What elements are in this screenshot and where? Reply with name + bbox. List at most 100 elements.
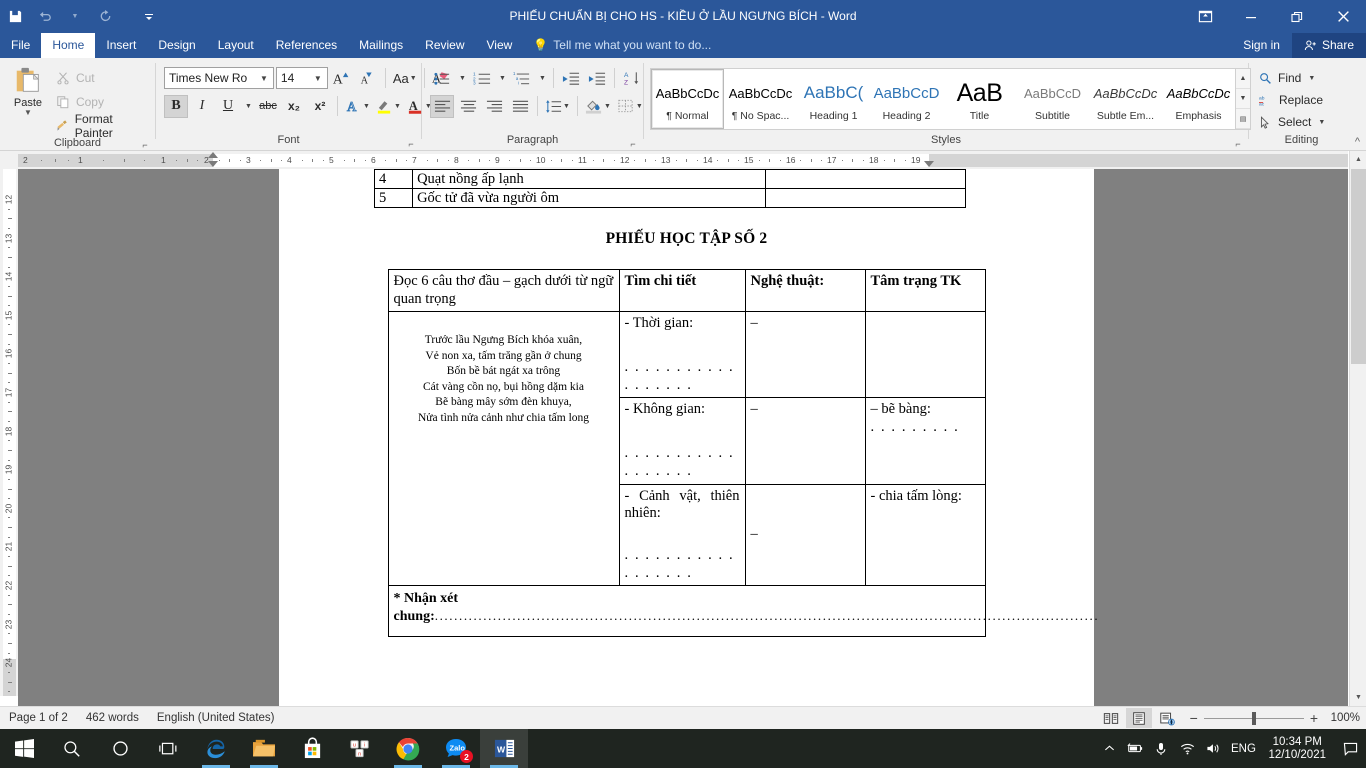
style-normal[interactable]: AaBbCcDc ¶ Normal	[651, 69, 724, 129]
undo-icon[interactable]	[30, 4, 60, 30]
clipboard-dialog-launcher[interactable]: ⌐	[139, 138, 151, 150]
first-line-indent-marker[interactable]	[208, 152, 218, 158]
zoom-level[interactable]: 100%	[1320, 712, 1360, 724]
table-row[interactable]: Trước lầu Ngưng Bích khóa xuân, Vẻ non x…	[387, 311, 986, 587]
select-dropdown-icon[interactable]: ▼	[1318, 119, 1325, 126]
bullets-dropdown-icon[interactable]: ▼	[456, 67, 468, 90]
customize-quick-access-icon[interactable]	[134, 4, 164, 30]
style-no-spacing[interactable]: AaBbCcDc ¶ No Spac...	[724, 69, 797, 129]
zoom-slider[interactable]: − +	[1190, 710, 1318, 726]
mood-cell[interactable]	[864, 311, 986, 399]
redo-icon[interactable]	[90, 4, 120, 30]
edge-icon[interactable]	[192, 729, 240, 768]
detail-cell[interactable]: - Không gian: . . . . . . . . . . . . . …	[618, 397, 746, 485]
poem-cell[interactable]: Trước lầu Ngưng Bích khóa xuân, Vẻ non x…	[387, 311, 620, 587]
mood-cell[interactable]: - chia tấm lòng:	[864, 483, 986, 587]
tab-insert[interactable]: Insert	[95, 33, 147, 58]
numbering-icon[interactable]: 123	[470, 67, 494, 90]
scroll-down-icon[interactable]: ▼	[1350, 689, 1366, 706]
word-icon[interactable]: W	[480, 729, 528, 768]
minimize-button[interactable]	[1228, 0, 1274, 33]
font-name-dropdown-icon[interactable]: ▼	[257, 74, 271, 83]
underline-dropdown-icon[interactable]: ▼	[242, 95, 254, 118]
table-row[interactable]: 5 Gốc tử đã vừa người ôm	[373, 188, 967, 208]
paste-dropdown-icon[interactable]: ▼	[24, 109, 32, 117]
detail-cell[interactable]: - Cảnh vật, thiên nhiên: . . . . . . . .…	[618, 483, 746, 587]
right-indent-marker[interactable]	[924, 161, 934, 167]
start-button[interactable]	[0, 729, 48, 768]
tab-file[interactable]: File	[0, 33, 41, 58]
search-icon[interactable]	[48, 729, 96, 768]
paragraph-dialog-launcher[interactable]: ⌐	[627, 137, 639, 149]
italic-button[interactable]: I	[190, 95, 214, 118]
shrink-font-icon[interactable]: A	[356, 67, 380, 90]
select-button[interactable]: Select ▼	[1255, 112, 1329, 132]
vertical-ruler[interactable]: 12 13 14 15 16 17 18 19 20 21 22 23 24 25	[0, 151, 18, 696]
styles-scroll-up-icon[interactable]: ▲	[1236, 69, 1250, 89]
paste-button[interactable]: Paste ▼	[4, 62, 52, 117]
vertical-scrollbar[interactable]: ▲ ▼	[1349, 151, 1366, 706]
ribbon-display-options-icon[interactable]	[1182, 0, 1228, 33]
language-indicator[interactable]: English (United States)	[148, 712, 284, 724]
change-case-icon[interactable]: Aa ▼	[391, 67, 419, 90]
format-painter-button[interactable]: Format Painter	[52, 112, 151, 140]
action-center-icon[interactable]	[1334, 742, 1366, 756]
justify-button[interactable]	[508, 95, 532, 118]
table-row[interactable]: * Nhận xét chung:.......................…	[387, 585, 1098, 637]
line-spacing-icon[interactable]: ▼	[543, 95, 572, 118]
align-right-button[interactable]	[482, 95, 506, 118]
find-dropdown-icon[interactable]: ▼	[1308, 75, 1315, 82]
style-subtle-emphasis[interactable]: AaBbCcDc Subtle Em...	[1089, 69, 1162, 129]
page-indicator[interactable]: Page 1 of 2	[0, 712, 77, 724]
font-size-dropdown-icon[interactable]: ▼	[311, 74, 325, 83]
font-dialog-launcher[interactable]: ⌐	[405, 137, 417, 149]
zalo-icon[interactable]: Zalo 2	[432, 729, 480, 768]
close-button[interactable]	[1320, 0, 1366, 33]
strikethrough-button[interactable]: abc	[256, 95, 280, 118]
tab-design[interactable]: Design	[147, 33, 206, 58]
styles-more-icon[interactable]: ▤	[1236, 109, 1250, 129]
borders-icon[interactable]: ▼	[615, 95, 645, 118]
subscript-button[interactable]: x₂	[282, 95, 306, 118]
styles-scroll-down-icon[interactable]: ▼	[1236, 89, 1250, 109]
clock[interactable]: 10:34 PM 12/10/2021	[1260, 736, 1334, 762]
tab-home[interactable]: Home	[41, 33, 96, 58]
restore-button[interactable]	[1274, 0, 1320, 33]
tell-me-search[interactable]: 💡 Tell me what you want to do...	[523, 33, 711, 58]
text-highlight-color-icon[interactable]: ▼	[374, 95, 403, 118]
decrease-indent-icon[interactable]	[559, 67, 583, 90]
shading-icon[interactable]: ▼	[583, 95, 613, 118]
table-row[interactable]: 4 Quạt nồng ấp lạnh	[373, 169, 967, 189]
cut-button[interactable]: Cut	[52, 67, 151, 88]
horizontal-ruler[interactable]: 2 1 1 2 3 4 5 6 7 8 9 10 11 12 13 14 15 16 17 18 19	[18, 151, 1348, 169]
task-view-icon[interactable]	[144, 729, 192, 768]
word-count[interactable]: 462 words	[77, 712, 148, 724]
underline-button[interactable]: U	[216, 95, 240, 118]
read-mode-button[interactable]	[1098, 708, 1124, 728]
art-cell[interactable]: –	[744, 483, 866, 587]
multilevel-dropdown-icon[interactable]: ▼	[536, 67, 548, 90]
tab-layout[interactable]: Layout	[207, 33, 265, 58]
numbering-dropdown-icon[interactable]: ▼	[496, 67, 508, 90]
network-icon[interactable]	[1174, 742, 1200, 755]
style-emphasis[interactable]: AaBbCcDc Emphasis	[1162, 69, 1235, 129]
worksheet-table[interactable]: Đọc 6 câu thơ đầu – gạch dưới từ ngữ qua…	[387, 268, 1098, 637]
art-cell[interactable]: –	[744, 311, 866, 399]
zoom-thumb[interactable]	[1251, 711, 1256, 725]
top-table[interactable]: 4 Quạt nồng ấp lạnh 5 Gốc tử đã vừa ngườ…	[373, 169, 967, 208]
battery-icon[interactable]	[1122, 742, 1148, 755]
save-icon[interactable]	[0, 4, 30, 30]
multilevel-list-icon[interactable]: 1ai	[510, 67, 534, 90]
tab-review[interactable]: Review	[414, 33, 475, 58]
styles-dialog-launcher[interactable]: ⌐	[1232, 137, 1244, 149]
style-heading-1[interactable]: AaBbC( Heading 1	[797, 69, 870, 129]
replace-button[interactable]: ab ac Replace	[1255, 90, 1329, 110]
row-answer[interactable]	[764, 188, 967, 208]
hanging-indent-marker[interactable]	[208, 161, 218, 167]
cortana-icon[interactable]	[96, 729, 144, 768]
microsoft-store-icon[interactable]	[288, 729, 336, 768]
select-browse-object[interactable]	[1350, 653, 1366, 689]
art-cell[interactable]: –	[744, 397, 866, 485]
share-button[interactable]: Share	[1291, 33, 1366, 58]
document-page[interactable]: 4 Quạt nồng ấp lạnh 5 Gốc tử đã vừa ngườ…	[279, 169, 1098, 706]
